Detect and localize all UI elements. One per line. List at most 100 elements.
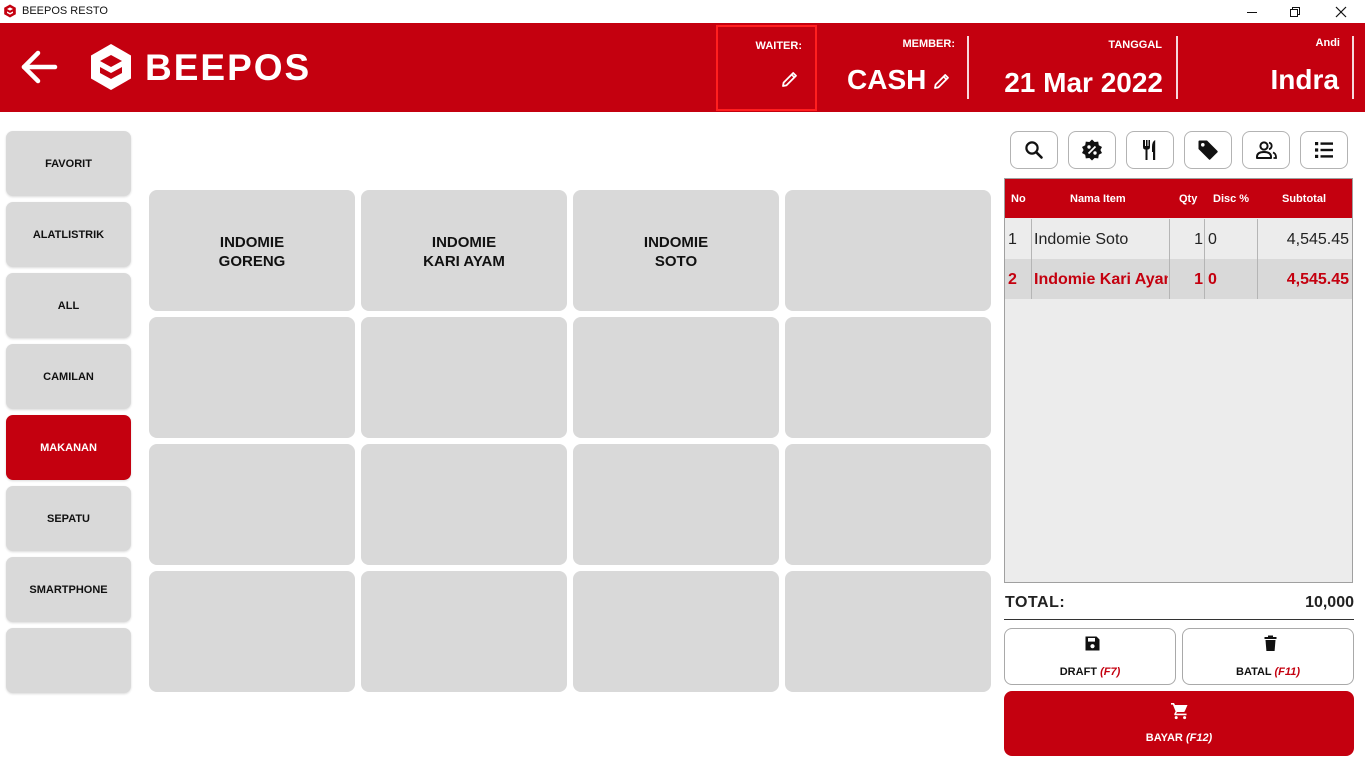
order-row-subtotal: 4,545.45	[1286, 231, 1349, 248]
order-row-no: 2	[1008, 271, 1017, 288]
draft-text: DRAFT	[1059, 666, 1098, 678]
list-button[interactable]	[1300, 131, 1348, 169]
product-tile-empty[interactable]	[573, 444, 779, 565]
cancel-label: BATAL (F11)	[1183, 666, 1353, 678]
pay-button[interactable]: BAYAR (F12)	[1004, 691, 1354, 756]
product-name: INDOMIE SOTO	[643, 234, 709, 270]
product-tile-empty[interactable]	[785, 317, 991, 438]
draft-shortcut: (F7)	[1100, 666, 1121, 678]
close-icon	[1335, 6, 1347, 17]
app-logo-icon	[4, 4, 16, 18]
column-divider	[1204, 259, 1205, 299]
order-row-qty: 1	[1194, 271, 1203, 288]
product-tile-empty[interactable]	[573, 571, 779, 692]
pay-label: BAYAR (F12)	[1004, 732, 1354, 744]
column-divider	[1257, 219, 1258, 259]
order-row-disc: 0	[1208, 271, 1217, 288]
header-divider	[967, 36, 969, 99]
close-button[interactable]	[1318, 0, 1364, 23]
category-button-sepatu[interactable]: SEPATU	[6, 486, 131, 551]
back-arrow-icon[interactable]	[20, 49, 58, 85]
category-button-camilan[interactable]: CAMILAN	[6, 344, 131, 409]
cancel-button[interactable]: BATAL (F11)	[1182, 628, 1354, 685]
beepos-logo-icon	[91, 44, 131, 90]
column-header-no: No	[1011, 193, 1026, 205]
cancel-text: BATAL	[1236, 666, 1272, 678]
member-value: CASH	[847, 64, 927, 95]
discount-icon	[1082, 139, 1102, 161]
product-tile[interactable]: INDOMIE KARI AYAM	[361, 190, 567, 311]
product-tile-empty[interactable]	[785, 190, 991, 311]
category-button-smartphone[interactable]: SMARTPHONE	[6, 557, 131, 622]
total-value: 10,000	[1305, 594, 1354, 611]
product-tile-empty[interactable]	[149, 444, 355, 565]
draft-button[interactable]: DRAFT (F7)	[1004, 628, 1176, 685]
category-button-favorit[interactable]: FAVORIT	[6, 131, 131, 196]
order-table-header: No Nama Item Qty Disc % Subtotal	[1005, 179, 1352, 218]
product-tile-empty[interactable]	[149, 317, 355, 438]
order-row-item: Indomie Kari Ayam	[1034, 271, 1168, 288]
tag-button[interactable]	[1184, 131, 1232, 169]
order-row-item: Indomie Soto	[1034, 231, 1129, 248]
order-row-no: 1	[1008, 231, 1017, 248]
date-label: TANGGAL	[1108, 39, 1162, 51]
order-row-subtotal: 4,545.45	[1286, 271, 1349, 288]
product-tile-empty[interactable]	[785, 571, 991, 692]
order-row-qty: 1	[1194, 231, 1203, 248]
discount-button[interactable]	[1068, 131, 1116, 169]
restore-icon	[1290, 6, 1300, 17]
user-value: Indra	[1270, 64, 1339, 95]
order-row-disc: 0	[1208, 231, 1217, 248]
restore-button[interactable]	[1272, 0, 1318, 23]
product-tile-empty[interactable]	[149, 571, 355, 692]
column-header-disc: Disc %	[1213, 193, 1250, 205]
user-label: Andi	[1315, 37, 1340, 49]
customer-icon	[1256, 141, 1277, 159]
order-row-selected[interactable]: 2 Indomie Kari Ayam 1 0 4,545.45	[1005, 259, 1352, 299]
draft-label: DRAFT (F7)	[1005, 666, 1175, 678]
category-button-empty[interactable]	[6, 628, 131, 693]
product-tile[interactable]: INDOMIE GORENG	[149, 190, 355, 311]
search-icon	[1025, 141, 1043, 159]
column-header-qty: Qty	[1179, 193, 1198, 205]
window-titlebar: BEEPOS RESTO	[0, 0, 1365, 23]
save-icon	[1085, 636, 1100, 651]
brand-name: BEEPOS	[145, 47, 312, 88]
search-button[interactable]	[1010, 131, 1058, 169]
tag-icon	[1198, 140, 1218, 160]
edit-waiter-icon	[782, 72, 797, 87]
dine-in-button[interactable]	[1126, 131, 1174, 169]
category-button-alatlistrik[interactable]: ALATLISTRIK	[6, 202, 131, 267]
customer-button[interactable]	[1242, 131, 1290, 169]
product-tile-empty[interactable]	[361, 444, 567, 565]
product-tile-empty[interactable]	[361, 571, 567, 692]
category-button-all[interactable]: ALL	[6, 273, 131, 338]
header-divider	[1176, 36, 1178, 99]
member-label: MEMBER:	[902, 38, 955, 50]
edit-member-icon[interactable]	[932, 71, 952, 91]
category-button-makanan[interactable]: MAKANAN	[6, 415, 131, 480]
cart-icon	[1171, 703, 1188, 720]
waiter-label: WAITER:	[755, 40, 802, 52]
header-divider	[1352, 36, 1354, 99]
minimize-button[interactable]	[1229, 0, 1275, 23]
product-tile[interactable]: INDOMIE SOTO	[573, 190, 779, 311]
product-name: INDOMIE GORENG	[218, 234, 286, 270]
pay-shortcut: (F12)	[1185, 732, 1213, 744]
product-tile-empty[interactable]	[361, 317, 567, 438]
waiter-selector[interactable]: WAITER:	[716, 25, 817, 111]
list-icon	[1315, 142, 1333, 158]
restaurant-icon	[1143, 140, 1156, 160]
total-divider	[1004, 619, 1354, 620]
order-row[interactable]: 1 Indomie Soto 1 0 4,545.45	[1005, 219, 1352, 259]
date-value: 21 Mar 2022	[1004, 67, 1163, 98]
product-tile-empty[interactable]	[573, 317, 779, 438]
pay-text: BAYAR	[1145, 732, 1183, 744]
cancel-shortcut: (F11)	[1274, 666, 1300, 678]
minimize-icon	[1247, 11, 1257, 13]
product-tile-empty[interactable]	[785, 444, 991, 565]
column-divider	[1257, 259, 1258, 299]
column-divider	[1031, 219, 1032, 259]
app-header: BEEPOS WAITER: MEMBER: CASH TANGGAL 21 M…	[0, 23, 1365, 112]
column-header-subtotal: Subtotal	[1282, 193, 1326, 205]
